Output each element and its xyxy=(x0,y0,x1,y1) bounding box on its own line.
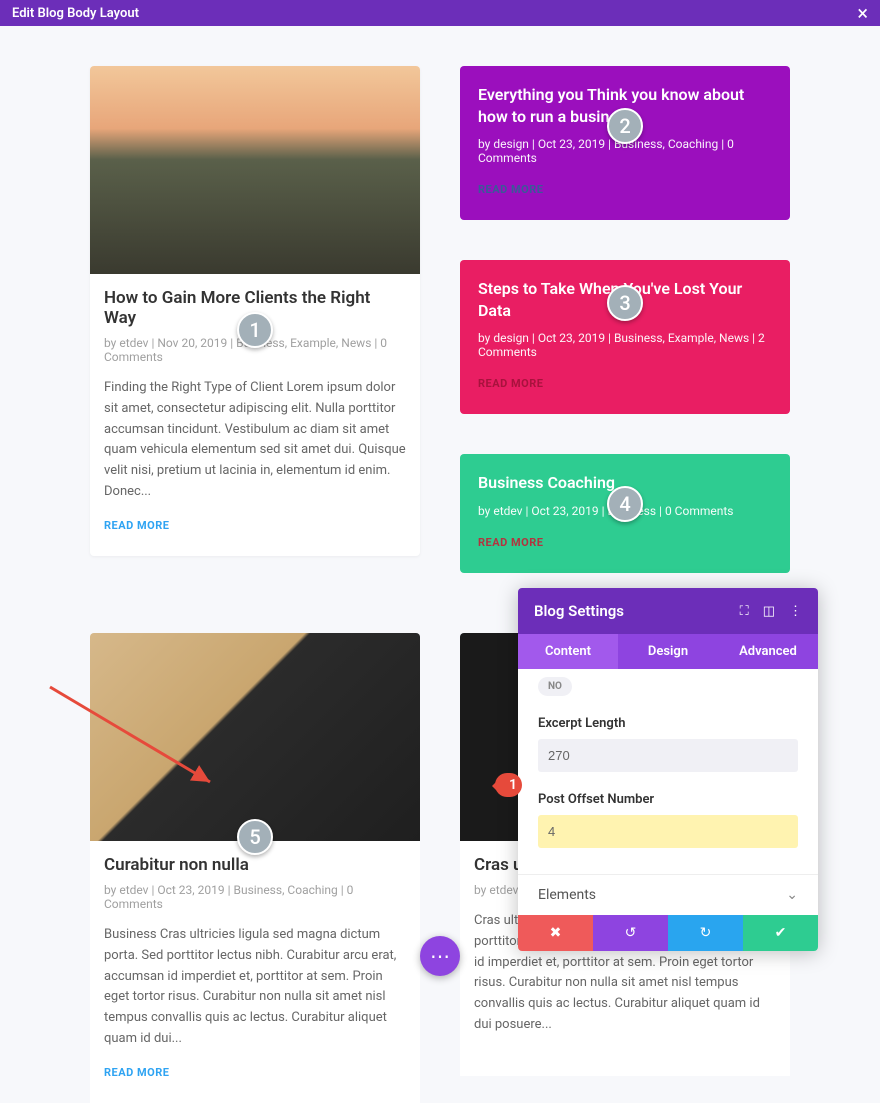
editor-title: Edit Blog Body Layout xyxy=(12,6,139,21)
read-more-link[interactable]: READ MORE xyxy=(478,536,772,549)
post-offset-label: Post Offset Number xyxy=(538,792,798,807)
toggle-no[interactable]: NO xyxy=(538,677,572,696)
editor-topbar: Edit Blog Body Layout × xyxy=(0,0,880,26)
fab-more-icon[interactable]: ⋯ xyxy=(420,936,460,976)
read-more-link[interactable]: READ MORE xyxy=(104,519,406,532)
post-excerpt: Business Cras ultricies ligula sed magna… xyxy=(104,925,406,1050)
featured-post-card[interactable]: 1 How to Gain More Clients the Right Way… xyxy=(90,66,420,556)
elements-label: Elements xyxy=(538,887,596,903)
post-title: Curabitur non nulla xyxy=(104,855,406,875)
post-image xyxy=(90,66,420,274)
right-column: Everything you Think you know about how … xyxy=(460,66,790,573)
undo-button[interactable]: ↺ xyxy=(593,915,668,951)
chevron-down-icon: ⌄ xyxy=(786,887,798,903)
panel-footer: ✖ ↺ ↻ ✔ xyxy=(518,915,818,951)
annotation-badge: 1 xyxy=(237,312,273,348)
left-column: 1 How to Gain More Clients the Right Way… xyxy=(90,66,420,573)
blog-settings-panel[interactable]: Blog Settings ⛶ ◫ ⋮ Content Design Advan… xyxy=(518,588,818,951)
annotation-badge: 2 xyxy=(607,108,643,144)
panel-header: Blog Settings ⛶ ◫ ⋮ xyxy=(518,588,818,634)
annotation-badge: 4 xyxy=(607,486,643,522)
post-meta: by design | Oct 23, 2019 | Business, Exa… xyxy=(478,331,772,359)
redo-button[interactable]: ↻ xyxy=(668,915,743,951)
close-icon[interactable]: × xyxy=(857,3,868,23)
panel-title: Blog Settings xyxy=(534,602,624,620)
post-excerpt: Finding the Right Type of Client Lorem i… xyxy=(104,378,406,503)
post-body: Curabitur non nulla by etdev | Oct 23, 2… xyxy=(90,841,420,1103)
expand-icon[interactable]: ⛶ xyxy=(740,604,749,619)
post-meta: by etdev | Oct 23, 2019 | Business, Coac… xyxy=(104,883,406,911)
read-more-link[interactable]: READ MORE xyxy=(478,377,772,390)
tab-design[interactable]: Design xyxy=(618,634,718,669)
side-post-card[interactable]: Steps to Take When You've Lost Your Data… xyxy=(460,260,790,414)
side-post-card[interactable]: Business Coaching by etdev | Oct 23, 201… xyxy=(460,454,790,573)
annotation-badge: 3 xyxy=(607,285,643,321)
panel-body: NO Excerpt Length Post Offset Number xyxy=(518,669,818,874)
post-offset-input[interactable] xyxy=(538,815,798,848)
panel-header-icons: ⛶ ◫ ⋮ xyxy=(740,604,802,619)
panel-tabs: Content Design Advanced xyxy=(518,634,818,669)
read-more-link[interactable]: READ MORE xyxy=(104,1066,406,1079)
excerpt-length-input[interactable] xyxy=(538,739,798,772)
post-image xyxy=(90,633,420,841)
side-post-card[interactable]: Everything you Think you know about how … xyxy=(460,66,790,220)
snap-icon[interactable]: ◫ xyxy=(763,604,775,619)
excerpt-length-label: Excerpt Length xyxy=(538,716,798,731)
annotation-callout: 1 xyxy=(495,773,522,797)
grid-row-1: 1 How to Gain More Clients the Right Way… xyxy=(0,26,880,573)
elements-section[interactable]: Elements ⌄ xyxy=(518,874,818,915)
save-button[interactable]: ✔ xyxy=(743,915,818,951)
more-icon[interactable]: ⋮ xyxy=(789,604,802,619)
read-more-link[interactable]: READ MORE xyxy=(478,183,772,196)
tab-advanced[interactable]: Advanced xyxy=(718,634,818,669)
annotation-badge: 5 xyxy=(237,819,273,855)
bottom-left-card[interactable]: 5 Curabitur non nulla by etdev | Oct 23,… xyxy=(90,633,420,1103)
discard-button[interactable]: ✖ xyxy=(518,915,593,951)
tab-content[interactable]: Content xyxy=(518,634,618,669)
